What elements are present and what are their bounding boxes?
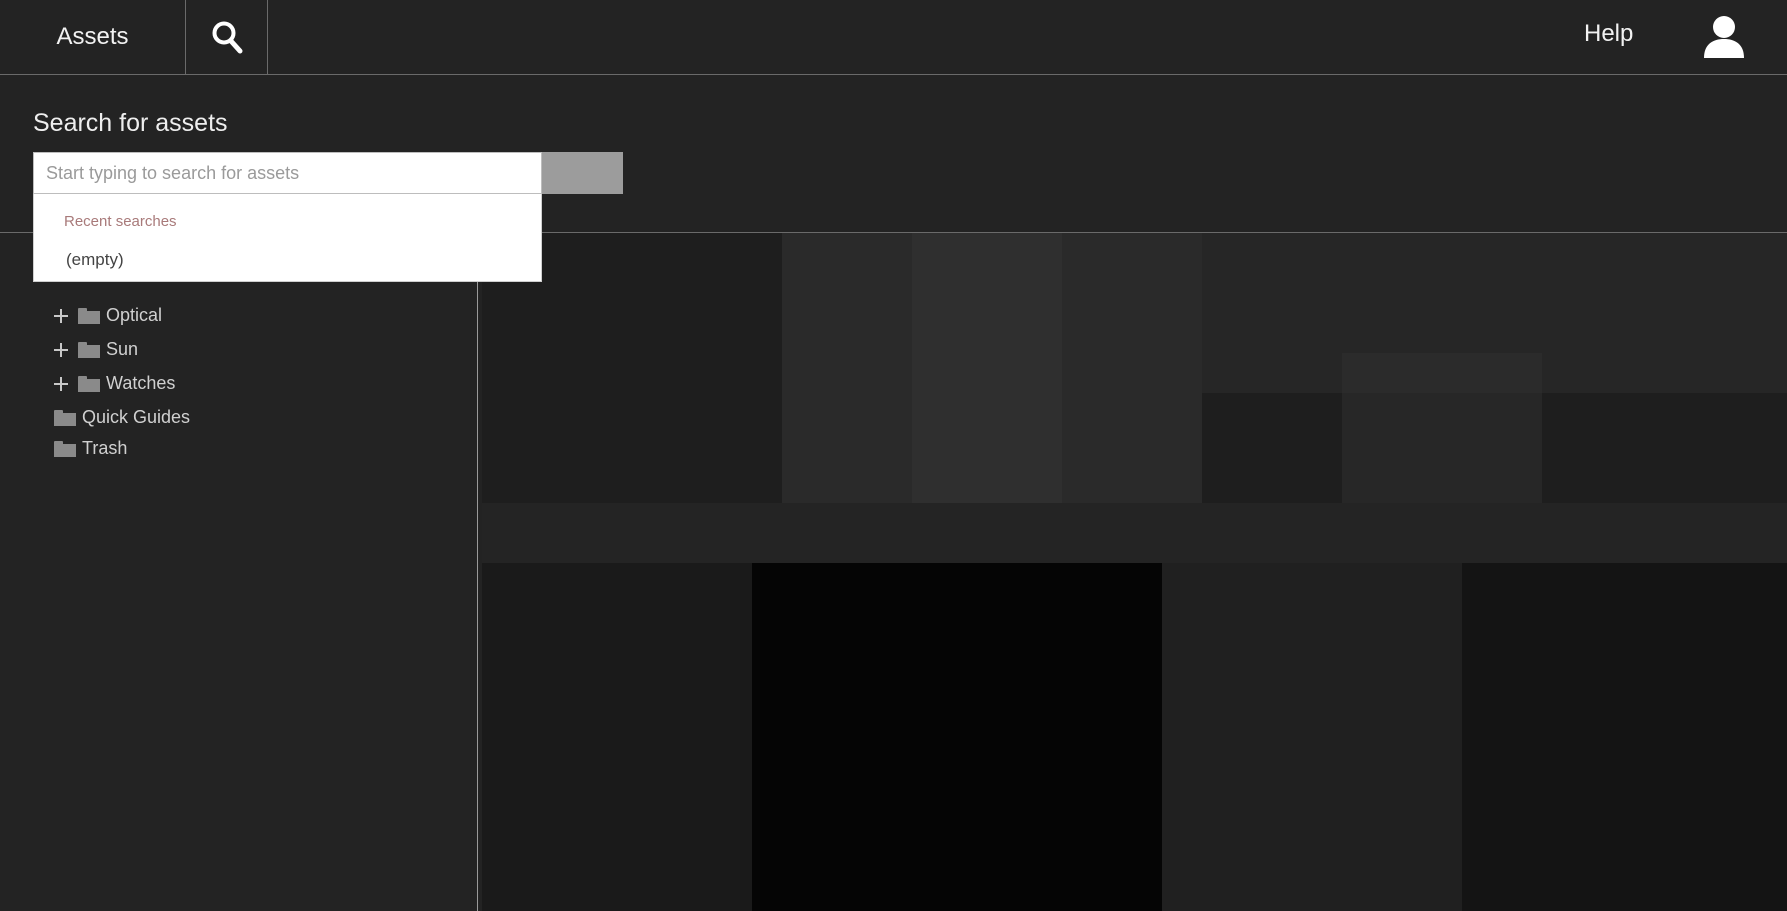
folder-icon	[78, 375, 100, 392]
plus-icon[interactable]	[54, 376, 68, 391]
tree-item-optical[interactable]: Optical	[54, 305, 162, 326]
folder-icon	[54, 409, 76, 426]
recent-searches-dropdown: Recent searches (empty)	[33, 194, 542, 282]
tree-item-label: Sun	[106, 339, 139, 359]
folder-tree: Optical Sun Watches Quick Guides Trash	[0, 233, 478, 911]
tree-item-sun[interactable]: Sun	[54, 339, 138, 360]
folder-icon	[78, 341, 100, 358]
plus-icon[interactable]	[54, 342, 68, 357]
plus-icon[interactable]	[54, 308, 68, 323]
app-title[interactable]: Assets	[0, 0, 186, 74]
recent-searches-heading: Recent searches	[64, 213, 177, 230]
recent-search-item[interactable]: (empty)	[66, 250, 124, 270]
background-image	[482, 233, 1787, 911]
tree-item-label: Optical	[106, 305, 163, 325]
tree-item-label: Watches	[106, 373, 176, 393]
tree-item-trash[interactable]: Trash	[54, 438, 127, 459]
search-icon	[212, 21, 242, 54]
tree-item-label: Quick Guides	[82, 407, 191, 427]
tree-item-label: Trash	[82, 438, 128, 458]
search-button[interactable]	[186, 0, 268, 74]
search-submit-button[interactable]	[542, 152, 623, 194]
help-link[interactable]: Help	[1584, 20, 1633, 48]
search-heading: Search for assets	[33, 109, 228, 137]
top-bar: Assets Help	[0, 0, 1787, 75]
user-icon	[1704, 16, 1744, 58]
folder-icon	[54, 440, 76, 457]
folder-icon	[78, 307, 100, 324]
tree-item-watches[interactable]: Watches	[54, 373, 175, 394]
tree-item-quick-guides[interactable]: Quick Guides	[54, 407, 190, 428]
user-menu-button[interactable]	[1700, 14, 1748, 58]
search-input[interactable]	[33, 152, 542, 194]
